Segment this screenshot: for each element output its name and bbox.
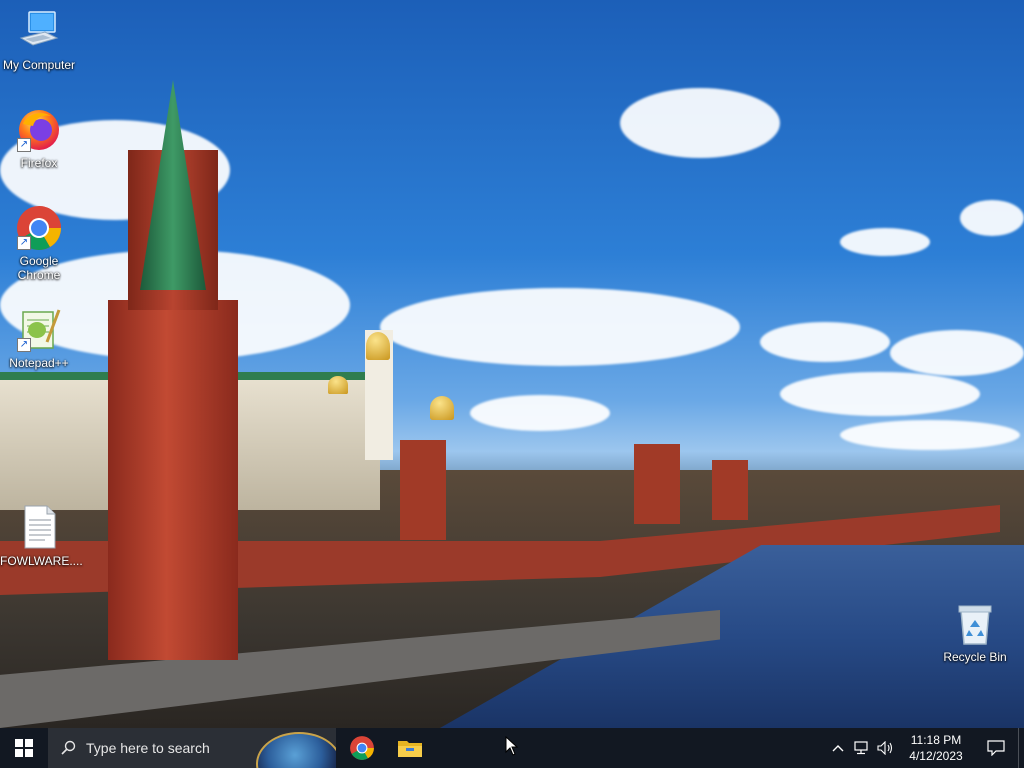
- shortcut-arrow-icon: ↗: [17, 338, 31, 352]
- wallpaper-cloud: [760, 322, 890, 362]
- wallpaper-tower-body: [108, 300, 238, 660]
- desktop-icon-google-chrome[interactable]: ↗ Google Chrome: [0, 204, 78, 282]
- desktop-icon-fowlware-file[interactable]: FOWLWARE....: [0, 504, 83, 568]
- wallpaper-cloud: [890, 330, 1024, 376]
- chrome-icon: ↗: [15, 204, 63, 252]
- wallpaper-cloud: [780, 372, 980, 416]
- wallpaper-dome: [430, 396, 454, 420]
- wallpaper-cloud: [960, 200, 1024, 236]
- desktop-icon-label: Notepad++: [9, 356, 69, 370]
- wallpaper-small-tower: [400, 440, 446, 540]
- volume-icon[interactable]: [874, 728, 898, 768]
- chrome-icon: [350, 736, 374, 760]
- wallpaper-dome: [328, 376, 348, 394]
- recycle-bin-icon: [951, 600, 999, 648]
- wallpaper-small-tower: [712, 460, 748, 520]
- computer-icon: [15, 8, 63, 56]
- notepadpp-icon: ↗: [15, 306, 63, 354]
- show-desktop-button[interactable]: [1018, 728, 1024, 768]
- firefox-icon: ↗: [15, 106, 63, 154]
- wallpaper-cloud: [620, 88, 780, 158]
- taskbar-app-chrome[interactable]: [338, 728, 386, 768]
- desktop-icon-my-computer[interactable]: My Computer: [0, 8, 78, 72]
- search-highlight-image: [256, 732, 336, 768]
- desktop-icon-notepad-plus-plus[interactable]: ↗ Notepad++: [0, 306, 78, 370]
- desktop-icon-recycle-bin[interactable]: Recycle Bin: [936, 600, 1014, 664]
- desktop-icon-firefox[interactable]: ↗ Firefox: [0, 106, 78, 170]
- search-placeholder: Type here to search: [86, 740, 210, 756]
- search-icon: [61, 740, 76, 755]
- taskbar-search-box[interactable]: Type here to search: [48, 728, 336, 768]
- wallpaper-cloud: [380, 288, 740, 366]
- wallpaper-cloud: [470, 395, 610, 431]
- network-icon[interactable]: [850, 728, 874, 768]
- system-tray: 11:18 PM 4/12/2023: [826, 728, 1024, 768]
- desktop-icon-label: FOWLWARE....: [0, 554, 83, 568]
- text-file-icon: [15, 504, 63, 552]
- desktop: My Computer ↗ Firefox ↗ Google Chrome ↗ …: [0, 0, 1024, 728]
- desktop-icon-label: Google Chrome: [17, 254, 61, 282]
- taskbar-app-file-explorer[interactable]: [386, 728, 434, 768]
- windows-logo-icon: [15, 739, 33, 757]
- shortcut-arrow-icon: ↗: [17, 138, 31, 152]
- taskbar-clock[interactable]: 11:18 PM 4/12/2023: [898, 732, 974, 764]
- action-center-button[interactable]: [974, 728, 1018, 768]
- chevron-up-icon[interactable]: [826, 728, 850, 768]
- wallpaper-cloud: [840, 420, 1020, 450]
- folder-icon: [398, 741, 422, 757]
- wallpaper-cloud: [840, 228, 930, 256]
- wallpaper-small-tower: [634, 444, 680, 524]
- desktop-icon-label: My Computer: [2, 58, 76, 72]
- clock-date: 4/12/2023: [909, 749, 963, 763]
- desktop-icon-label: Recycle Bin: [943, 650, 1007, 664]
- desktop-icon-label: Firefox: [20, 156, 58, 170]
- clock-time: 11:18 PM: [910, 733, 962, 747]
- notification-icon: [987, 740, 1005, 756]
- mouse-cursor-icon: [505, 736, 519, 756]
- shortcut-arrow-icon: ↗: [17, 236, 31, 250]
- start-button[interactable]: [0, 728, 48, 768]
- wallpaper-dome: [366, 332, 390, 360]
